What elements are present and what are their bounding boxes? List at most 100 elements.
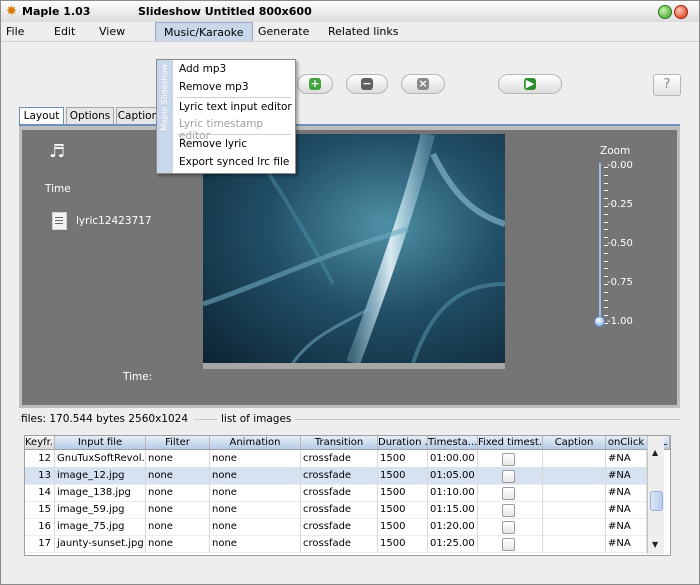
table-cell[interactable]: 01:15.00 bbox=[428, 501, 478, 518]
menu-music-karaoke[interactable]: Music/Karaoke bbox=[155, 22, 253, 41]
table-cell[interactable]: 01:20.00 bbox=[428, 518, 478, 535]
table-cell[interactable] bbox=[543, 467, 606, 484]
table-cell[interactable]: none bbox=[210, 518, 301, 535]
play-button[interactable]: ▶ bbox=[498, 74, 562, 94]
table-cell[interactable]: none bbox=[146, 450, 210, 467]
table-cell[interactable]: 17 bbox=[25, 535, 55, 552]
table-cell[interactable]: #NA bbox=[606, 501, 647, 518]
table-cell[interactable]: none bbox=[210, 467, 301, 484]
column-header-fixed-timestamp[interactable]: Fixed timest... bbox=[478, 436, 543, 449]
table-cell[interactable]: 01:00.00 bbox=[428, 450, 478, 467]
scroll-up-icon[interactable]: ▲ bbox=[652, 448, 658, 457]
table-cell[interactable]: 1500 bbox=[378, 501, 428, 518]
fixed-timestamp-checkbox[interactable] bbox=[502, 487, 515, 500]
table-cell[interactable] bbox=[543, 484, 606, 501]
table-cell[interactable]: crossfade bbox=[301, 484, 378, 501]
column-header-caption[interactable]: Caption bbox=[543, 436, 606, 449]
table-cell[interactable]: #NA bbox=[606, 518, 647, 535]
column-header-duration[interactable]: Duration ... bbox=[378, 436, 428, 449]
table-cell[interactable]: 01:05.00 bbox=[428, 467, 478, 484]
tab-layout[interactable]: Layout bbox=[19, 107, 64, 125]
music-note-icon[interactable]: ♬ bbox=[49, 141, 65, 162]
menu-related-links[interactable]: Related links bbox=[328, 25, 398, 38]
table-cell[interactable]: #NA bbox=[606, 535, 647, 552]
menu-item-remove-mp3[interactable]: Remove mp3 bbox=[179, 81, 249, 93]
table-cell[interactable]: #NA bbox=[606, 450, 647, 467]
table-cell[interactable]: none bbox=[146, 484, 210, 501]
column-header-transition[interactable]: Transition bbox=[301, 436, 378, 449]
table-row[interactable]: 12 GnuTuxSoftRevol... none none crossfade 150… bbox=[25, 450, 647, 468]
table-cell[interactable]: jaunty-sunset.jpg bbox=[55, 535, 146, 552]
table-cell[interactable]: image_75.jpg bbox=[55, 518, 146, 535]
table-cell[interactable]: image_59.jpg bbox=[55, 501, 146, 518]
fixed-timestamp-checkbox[interactable] bbox=[502, 453, 515, 466]
table-cell[interactable]: 12 bbox=[25, 450, 55, 467]
table-cell[interactable] bbox=[543, 450, 606, 467]
tab-caption[interactable]: Caption bbox=[116, 107, 160, 124]
table-cell[interactable]: 1500 bbox=[378, 450, 428, 467]
table-row[interactable]: 15 image_59.jpg none none crossfade 1500 01:15… bbox=[25, 501, 647, 519]
table-cell[interactable]: 01:25.00 bbox=[428, 535, 478, 552]
table-cell[interactable]: 1500 bbox=[378, 518, 428, 535]
document-icon[interactable] bbox=[52, 212, 67, 230]
remove-image-button[interactable]: − bbox=[346, 74, 388, 94]
table-cell[interactable]: 14 bbox=[25, 484, 55, 501]
table-cell[interactable]: image_138.jpg bbox=[55, 484, 146, 501]
fixed-timestamp-checkbox[interactable] bbox=[502, 504, 515, 517]
table-row[interactable]: 14 image_138.jpg none none crossfade 1500 01:1… bbox=[25, 484, 647, 502]
table-cell[interactable] bbox=[543, 518, 606, 535]
menu-edit[interactable]: Edit bbox=[54, 25, 75, 38]
table-cell[interactable]: image_12.jpg bbox=[55, 467, 146, 484]
table-cell[interactable]: GnuTuxSoftRevol... bbox=[55, 450, 146, 467]
clear-button[interactable]: × bbox=[401, 74, 445, 94]
table-cell[interactable]: 01:10.00 bbox=[428, 484, 478, 501]
menu-item-export-synced-lrc[interactable]: Export synced lrc file bbox=[179, 156, 289, 168]
zoom-slider-thumb[interactable] bbox=[594, 316, 605, 327]
table-cell[interactable]: none bbox=[146, 467, 210, 484]
menu-view[interactable]: View bbox=[99, 25, 125, 38]
table-cell[interactable]: none bbox=[210, 484, 301, 501]
menu-item-remove-lyric[interactable]: Remove lyric bbox=[179, 138, 247, 150]
table-cell[interactable] bbox=[543, 535, 606, 552]
table-cell[interactable]: crossfade bbox=[301, 501, 378, 518]
zoom-slider-track[interactable] bbox=[599, 163, 601, 321]
fixed-timestamp-checkbox[interactable] bbox=[502, 470, 515, 483]
table-row[interactable]: 17 jaunty-sunset.jpg none none crossfade 1500… bbox=[25, 535, 647, 553]
close-button[interactable] bbox=[674, 5, 688, 19]
column-header-keyframe[interactable]: Keyfr... bbox=[25, 436, 55, 449]
scroll-thumb[interactable] bbox=[650, 491, 663, 511]
table-scrollbar[interactable]: ▲ ▼ bbox=[647, 436, 664, 554]
column-header-input-file[interactable]: Input file bbox=[55, 436, 146, 449]
maximize-button[interactable] bbox=[658, 5, 672, 19]
table-cell[interactable]: 1500 bbox=[378, 535, 428, 552]
menu-item-add-mp3[interactable]: Add mp3 bbox=[179, 63, 226, 75]
lyric-file-name[interactable]: lyric12423717 bbox=[76, 215, 152, 227]
table-row[interactable]: 13 image_12.jpg none none crossfade 1500 01:05… bbox=[25, 467, 647, 485]
column-header-animation[interactable]: Animation bbox=[210, 436, 301, 449]
fixed-timestamp-checkbox[interactable] bbox=[502, 521, 515, 534]
table-cell[interactable]: 1500 bbox=[378, 484, 428, 501]
menu-item-lyric-text-input-editor[interactable]: Lyric text input editor bbox=[179, 101, 292, 113]
table-cell[interactable]: 15 bbox=[25, 501, 55, 518]
add-image-button[interactable]: + bbox=[297, 74, 333, 94]
table-cell[interactable]: none bbox=[210, 535, 301, 552]
menu-file[interactable]: File bbox=[6, 25, 24, 38]
table-cell[interactable]: crossfade bbox=[301, 535, 378, 552]
table-cell[interactable]: none bbox=[210, 450, 301, 467]
table-cell[interactable]: #NA bbox=[606, 467, 647, 484]
help-button[interactable]: ? bbox=[653, 74, 681, 96]
column-header-timestamp[interactable]: Timesta... bbox=[428, 436, 478, 449]
scroll-down-icon[interactable]: ▼ bbox=[652, 540, 658, 549]
table-cell[interactable]: #NA bbox=[606, 484, 647, 501]
table-cell[interactable]: 16 bbox=[25, 518, 55, 535]
table-cell[interactable] bbox=[543, 501, 606, 518]
table-cell[interactable]: none bbox=[210, 501, 301, 518]
table-cell[interactable]: crossfade bbox=[301, 467, 378, 484]
column-header-filter[interactable]: Filter bbox=[146, 436, 210, 449]
table-cell[interactable]: none bbox=[146, 518, 210, 535]
table-cell[interactable]: crossfade bbox=[301, 518, 378, 535]
table-cell[interactable]: 13 bbox=[25, 467, 55, 484]
fixed-timestamp-checkbox[interactable] bbox=[502, 538, 515, 551]
table-cell[interactable]: none bbox=[146, 501, 210, 518]
tab-options[interactable]: Options bbox=[66, 107, 114, 124]
